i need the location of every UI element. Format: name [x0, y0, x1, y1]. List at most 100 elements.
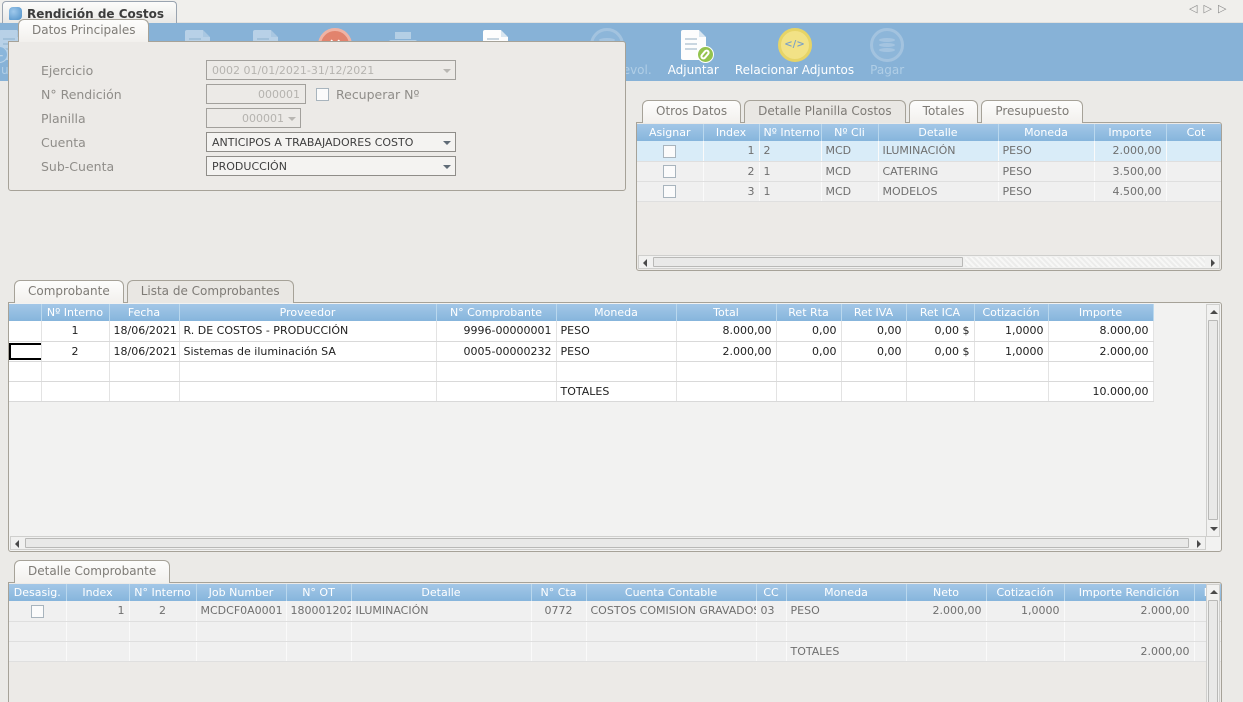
toolbar-button-pagar[interactable]: Pagar: [862, 25, 912, 78]
col-detalle[interactable]: Detalle: [878, 124, 998, 141]
table-row[interactable]: 2 18/06/2021 Sistemas de iluminación SA …: [9, 341, 1153, 361]
tab-scroll-next-icon[interactable]: ▷: [1203, 2, 1211, 15]
col-moneda[interactable]: Moneda: [786, 584, 906, 601]
tab-comprobante[interactable]: Comprobante: [14, 280, 124, 303]
window-tab-bar: Rendición de Costos ◁ ▷ ▷: [0, 0, 1243, 23]
col-ret-ica[interactable]: Ret ICA: [906, 304, 974, 321]
tab-datos-principales[interactable]: Datos Principales: [18, 19, 149, 42]
col-index[interactable]: Index: [66, 584, 129, 601]
cuenta-dropdown[interactable]: ANTICIPOS A TRABAJADORES COSTO: [206, 132, 456, 152]
totals-row: TOTALES 10.000,00: [9, 381, 1153, 401]
col-asignar[interactable]: Asignar: [637, 124, 703, 141]
comprobantes-v-scrollbar[interactable]: [1206, 304, 1220, 537]
tab-lista-comprobantes[interactable]: Lista de Comprobantes: [127, 280, 294, 303]
col-cotizacion[interactable]: Cotización: [986, 584, 1064, 601]
scroll-down-icon[interactable]: [1210, 527, 1218, 531]
col-moneda[interactable]: Moneda: [556, 304, 676, 321]
totals-row: TOTALES 2.000,00: [9, 641, 1222, 661]
chevron-down-icon: [443, 69, 451, 77]
totales-label: TOTALES: [556, 381, 676, 401]
recuperar-checkbox[interactable]: [316, 88, 329, 101]
asignar-checkbox[interactable]: [663, 165, 676, 178]
col-comprobante[interactable]: N° Comprobante: [436, 304, 556, 321]
tab-detalle-comprobante[interactable]: Detalle Comprobante: [14, 560, 170, 583]
col-cli[interactable]: Nº Cli: [821, 124, 878, 141]
col-desasig[interactable]: Desasig.: [9, 584, 66, 601]
col-interno[interactable]: Nº Interno: [41, 304, 109, 321]
ejercicio-dropdown[interactable]: 0002 01/01/2021-31/12/2021: [206, 60, 456, 80]
comprobantes-grid: Nº Interno Fecha Proveedor N° Comprobant…: [9, 304, 1154, 402]
col-index[interactable]: Index: [703, 124, 759, 141]
scroll-right-icon[interactable]: [1197, 540, 1201, 548]
desasignar-checkbox[interactable]: [31, 605, 44, 618]
col-ret-rta[interactable]: Ret Rta: [776, 304, 841, 321]
chevron-down-icon: [443, 141, 451, 149]
col-moneda[interactable]: Moneda: [998, 124, 1094, 141]
tab-detalle-planilla-costos[interactable]: Detalle Planilla Costos: [744, 100, 906, 123]
col-cotizacion[interactable]: Cotización: [974, 304, 1048, 321]
rendicion-label: N° Rendición: [41, 87, 122, 102]
col-cuenta-contable[interactable]: Cuenta Contable: [586, 584, 756, 601]
scroll-left-icon[interactable]: [643, 259, 647, 267]
col-interno[interactable]: Nº Interno: [759, 124, 821, 141]
document-attach-icon: [681, 26, 706, 63]
planilla-dropdown[interactable]: 000001: [206, 108, 301, 128]
col-job-number[interactable]: Job Number: [196, 584, 286, 601]
code-circle-icon: </>: [778, 26, 812, 63]
tab-otros-datos[interactable]: Otros Datos: [642, 100, 741, 123]
col-total[interactable]: Total: [676, 304, 776, 321]
toolbar-button-adjuntar[interactable]: Adjuntar: [660, 25, 727, 78]
totales-label: TOTALES: [786, 641, 906, 661]
planilla-h-scrollbar[interactable]: [638, 255, 1220, 269]
recuperar-label: Recuperar Nº: [336, 87, 419, 102]
col-ot[interactable]: N° OT: [286, 584, 351, 601]
scroll-left-icon[interactable]: [15, 540, 19, 548]
scroll-up-icon[interactable]: [1210, 590, 1218, 594]
table-row[interactable]: 1 18/06/2021 R. DE COSTOS - PRODUCCIÓN 9…: [9, 321, 1153, 341]
asignar-checkbox[interactable]: [663, 145, 676, 158]
table-row[interactable]: 1 2 MCDCF0A0001 1800012021 ILUMINACIÓN 0…: [9, 601, 1222, 621]
asignar-checkbox[interactable]: [663, 185, 676, 198]
tab-scroll-more-icon[interactable]: ▷: [1218, 2, 1226, 15]
current-row-marker: [9, 343, 41, 360]
col-interno[interactable]: N° Interno: [129, 584, 196, 601]
lista-comprobantes-panel: Nº Interno Fecha Proveedor N° Comprobant…: [8, 302, 1222, 552]
col-proveedor[interactable]: Proveedor: [179, 304, 436, 321]
subcuenta-label: Sub-Cuenta: [41, 159, 114, 174]
toolbar-button-relacionar-adjuntos[interactable]: </> Relacionar Adjuntos: [727, 25, 862, 78]
col-ret-iva[interactable]: Ret IVA: [841, 304, 906, 321]
col-neto[interactable]: Neto: [906, 584, 986, 601]
tab-scroll-prev-icon[interactable]: ◁: [1189, 2, 1197, 15]
col-detalle[interactable]: Detalle: [351, 584, 531, 601]
planilla-label: Planilla: [41, 111, 86, 126]
datos-principales-panel: Ejercicio 0002 01/01/2021-31/12/2021 N° …: [8, 41, 626, 191]
table-row: [9, 361, 1153, 381]
col-cta[interactable]: N° Cta: [531, 584, 586, 601]
table-row[interactable]: 3 1 MCD MODELOS PESO 4.500,00: [637, 181, 1222, 201]
col-fecha[interactable]: Fecha: [109, 304, 179, 321]
col-cc[interactable]: CC: [756, 584, 786, 601]
chevron-down-icon: [443, 165, 451, 173]
col-importe[interactable]: Importe: [1094, 124, 1166, 141]
cuenta-label: Cuenta: [41, 135, 86, 150]
scroll-right-icon[interactable]: [1211, 259, 1215, 267]
tab-totales[interactable]: Totales: [909, 100, 979, 123]
col-cot[interactable]: Cot: [1166, 124, 1222, 141]
totales-importe: 10.000,00: [1048, 381, 1153, 401]
detalle-v-scrollbar[interactable]: [1206, 584, 1220, 702]
table-row[interactable]: 1 2 MCD ILUMINACIÓN PESO 2.000,00: [637, 141, 1222, 161]
rendicion-input[interactable]: 000001: [206, 84, 306, 104]
subcuenta-dropdown[interactable]: PRODUCCIÓN: [206, 156, 456, 176]
col-importe[interactable]: Importe: [1048, 304, 1153, 321]
col-importe-rendicion[interactable]: Importe Rendición: [1064, 584, 1194, 601]
tab-presupuesto[interactable]: Presupuesto: [981, 100, 1083, 123]
table-row[interactable]: 2 1 MCD CATERING PESO 3.500,00: [637, 161, 1222, 181]
comprobantes-h-scrollbar[interactable]: [10, 536, 1206, 550]
scroll-up-icon[interactable]: [1210, 310, 1218, 314]
detalle-comprobante-panel: Desasig. Index N° Interno Job Number N° …: [8, 582, 1222, 702]
tab-scroll-buttons: ◁ ▷ ▷: [1189, 2, 1243, 15]
coins-circle-icon: [870, 26, 904, 63]
detalle-planilla-costos-panel: Asignar Index Nº Interno Nº Cli Detalle …: [636, 122, 1222, 271]
totales-importe: 2.000,00: [1064, 641, 1194, 661]
table-row: [9, 621, 1222, 641]
